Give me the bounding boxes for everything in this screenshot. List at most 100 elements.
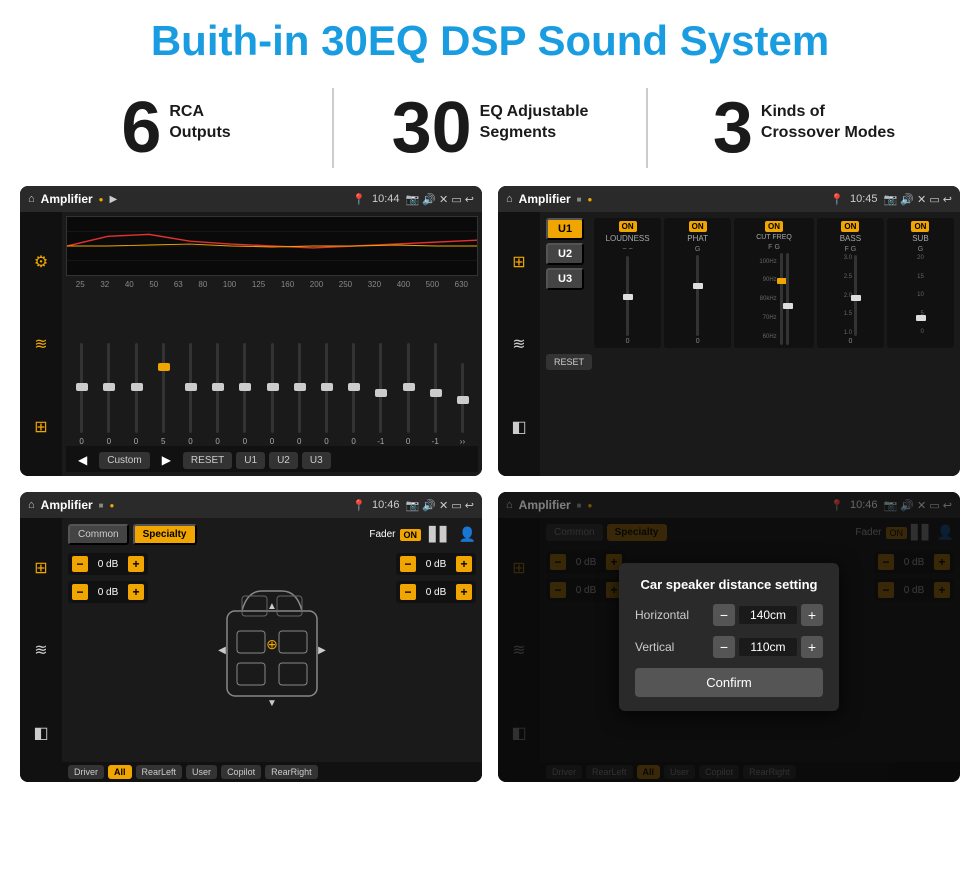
- eq-slider-2: 0: [95, 343, 122, 446]
- db-minus-fl[interactable]: −: [72, 556, 88, 572]
- cross-reset-btn[interactable]: RESET: [546, 354, 592, 370]
- db-control-fr: − 0 dB +: [396, 553, 476, 575]
- crossover-screen: ⌂ Amplifier ■ ● 📍 10:45 📷 🔊 ✕ ▭ ↩ ⊞ ≋ ◧ …: [498, 186, 960, 476]
- dialog-horizontal-plus[interactable]: +: [801, 604, 823, 626]
- db-plus-rr[interactable]: +: [456, 584, 472, 600]
- eq-slider-9: 0: [286, 343, 313, 446]
- sp-user-btn[interactable]: User: [186, 765, 217, 779]
- sp-copilot-btn[interactable]: Copilot: [221, 765, 261, 779]
- stat-eq: 30 EQ Adjustable Segments: [354, 92, 626, 164]
- eq-time: 10:44: [372, 193, 400, 205]
- svg-text:◀: ◀: [218, 645, 226, 656]
- db-minus-fr[interactable]: −: [400, 556, 416, 572]
- dialog-vertical-row: Vertical − 110cm +: [635, 636, 823, 658]
- cross-tab-u3[interactable]: U3: [546, 268, 584, 290]
- cross-dot2: ●: [588, 195, 593, 204]
- stat-rca: 6 RCA Outputs: [40, 92, 312, 164]
- dialog-horizontal-value: 140cm: [739, 606, 797, 624]
- sp-icon-2[interactable]: ≋: [34, 640, 47, 660]
- cross-time: 10:45: [850, 193, 878, 205]
- distance-screen: ⌂ Amplifier ■ ● 📍 10:46 📷 🔊 ✕ ▭ ↩ ⊞ ≋ ◧ …: [498, 492, 960, 782]
- cross-icon-2[interactable]: ≋: [512, 334, 525, 354]
- eq-dots: ●: [99, 195, 104, 204]
- home-icon[interactable]: ⌂: [28, 193, 35, 205]
- db-plus-fr[interactable]: +: [456, 556, 472, 572]
- eq-pin-icon: 📍: [352, 193, 366, 206]
- sp-rearleft-btn[interactable]: RearLeft: [136, 765, 183, 779]
- eq-icon-1[interactable]: ⚙: [34, 252, 48, 272]
- eq-icon-3[interactable]: ⊞: [34, 417, 47, 437]
- stat-eq-number: 30: [392, 92, 472, 164]
- dialog-horizontal-minus[interactable]: −: [713, 604, 735, 626]
- stat-crossover-label: Kinds of Crossover Modes: [761, 92, 895, 144]
- dialog-vertical-minus[interactable]: −: [713, 636, 735, 658]
- speaker-icons: 📷 🔊 ✕ ▭ ↩: [406, 499, 474, 512]
- cross-app-name: Amplifier: [519, 192, 571, 206]
- db-control-rr: − 0 dB +: [396, 581, 476, 603]
- cross-tab-u1[interactable]: U1: [546, 218, 584, 240]
- eq-status-icons: 📷 🔊 ✕ ▭ ↩: [406, 193, 474, 206]
- sp-driver-btn[interactable]: Driver: [68, 765, 104, 779]
- sp-rearright-btn[interactable]: RearRight: [265, 765, 318, 779]
- cross-status-bar: ⌂ Amplifier ■ ● 📍 10:45 📷 🔊 ✕ ▭ ↩: [498, 186, 960, 212]
- speaker-home-icon[interactable]: ⌂: [28, 499, 35, 511]
- db-minus-rl[interactable]: −: [72, 584, 88, 600]
- db-plus-rl[interactable]: +: [128, 584, 144, 600]
- cross-icon-3[interactable]: ◧: [511, 417, 526, 437]
- svg-text:▼: ▼: [267, 698, 277, 709]
- stat-crossover-number: 3: [713, 92, 753, 164]
- bass-label: BASS: [840, 234, 861, 243]
- dialog-horizontal-row: Horizontal − 140cm +: [635, 604, 823, 626]
- sp-icon-1[interactable]: ⊞: [34, 558, 47, 578]
- eq-status-bar: ⌂ Amplifier ● ▶ 📍 10:44 📷 🔊 ✕ ▭ ↩: [20, 186, 482, 212]
- cross-sidebar: ⊞ ≋ ◧: [498, 212, 540, 476]
- sub-on: ON: [911, 221, 929, 232]
- eq-icon-2[interactable]: ≋: [34, 334, 47, 354]
- eq-prev-btn[interactable]: ◀: [70, 450, 95, 470]
- speaker-sidebar: ⊞ ≋ ◧: [20, 518, 62, 782]
- dialog-vertical-plus[interactable]: +: [801, 636, 823, 658]
- page-title: Buith-in 30EQ DSP Sound System: [0, 0, 980, 78]
- stat-rca-label: RCA Outputs: [169, 92, 230, 144]
- speaker-status-bar: ⌂ Amplifier ■ ● 📍 10:46 📷 🔊 ✕ ▭ ↩: [20, 492, 482, 518]
- eq-slider-1: 0: [68, 343, 95, 446]
- sp-all-btn[interactable]: All: [108, 765, 132, 779]
- dialog-title: Car speaker distance setting: [635, 577, 823, 592]
- db-value-fr: 0 dB: [419, 559, 453, 570]
- eq-u1-btn[interactable]: U1: [236, 452, 265, 469]
- dialog-horizontal-control: − 140cm +: [713, 604, 823, 626]
- db-minus-rr[interactable]: −: [400, 584, 416, 600]
- loudness-label: LOUDNESS: [606, 234, 650, 243]
- speaker-tab-common[interactable]: Common: [68, 524, 129, 545]
- dialog-overlay: Car speaker distance setting Horizontal …: [498, 492, 960, 782]
- stat-divider-1: [332, 88, 334, 168]
- fader-label: Fader: [369, 529, 395, 540]
- eq-next-btn[interactable]: ▶: [154, 450, 179, 470]
- cutfreq-label: CUT FREQ: [756, 234, 792, 241]
- speaker-time: 10:46: [372, 499, 400, 511]
- fader-on-badge: ON: [400, 529, 422, 541]
- db-plus-fl[interactable]: +: [128, 556, 144, 572]
- eq-screen: ⌂ Amplifier ● ▶ 📍 10:44 📷 🔊 ✕ ▭ ↩ ⚙ ≋ ⊞: [20, 186, 482, 476]
- phat-label: PHAT: [687, 234, 708, 243]
- confirm-button[interactable]: Confirm: [635, 668, 823, 697]
- cross-icon-1[interactable]: ⊞: [512, 252, 525, 272]
- cross-tab-u2[interactable]: U2: [546, 243, 584, 265]
- eq-slider-13: 0: [394, 343, 421, 446]
- eq-graph: [66, 216, 478, 276]
- eq-u3-btn[interactable]: U3: [302, 452, 331, 469]
- speaker-tabs-row: Common Specialty Fader ON ▋▋ 👤: [62, 518, 482, 549]
- eq-reset-btn[interactable]: RESET: [183, 452, 232, 469]
- eq-custom-btn[interactable]: Custom: [99, 452, 149, 469]
- dialog-horizontal-label: Horizontal: [635, 608, 705, 622]
- sub-label: SUB: [912, 234, 928, 243]
- stats-row: 6 RCA Outputs 30 EQ Adjustable Segments …: [0, 78, 980, 186]
- db-value-rr: 0 dB: [419, 587, 453, 598]
- sp-icon-3[interactable]: ◧: [33, 723, 48, 743]
- svg-text:⊕: ⊕: [266, 636, 278, 652]
- bass-on: ON: [841, 221, 859, 232]
- cross-home-icon[interactable]: ⌂: [506, 193, 513, 205]
- speaker-tab-specialty[interactable]: Specialty: [133, 524, 197, 545]
- stat-divider-2: [646, 88, 648, 168]
- eq-u2-btn[interactable]: U2: [269, 452, 298, 469]
